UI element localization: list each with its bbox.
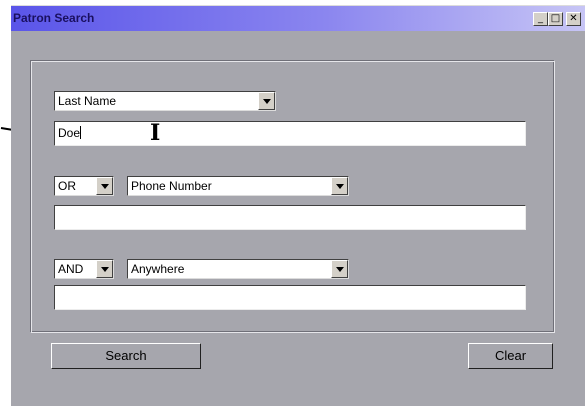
window-title: Patron Search — [13, 11, 95, 25]
search-input-1[interactable]: Doe — [54, 121, 526, 146]
maximize-icon: □ — [550, 13, 561, 24]
field-select-1[interactable]: Last Name — [54, 91, 276, 111]
field-select-3[interactable]: Anywhere — [127, 259, 349, 279]
field-select-2[interactable]: Phone Number — [127, 176, 349, 196]
field-select-1-value: Last Name — [58, 94, 117, 108]
operator-select-3[interactable]: AND — [54, 259, 114, 279]
chevron-down-icon[interactable] — [258, 92, 275, 110]
chevron-down-icon[interactable] — [331, 260, 348, 278]
close-icon: ✕ — [569, 13, 578, 24]
minimize-icon: _ — [538, 13, 543, 24]
chevron-down-icon[interactable] — [331, 177, 348, 195]
search-input-3[interactable] — [54, 285, 526, 310]
operator-select-2[interactable]: OR — [54, 176, 114, 196]
clear-button[interactable]: Clear — [468, 343, 553, 369]
ibeam-cursor-icon: I — [150, 120, 161, 146]
maximize-button[interactable]: □ — [548, 12, 563, 26]
search-input-1-value: Doe — [58, 126, 81, 140]
chevron-down-icon[interactable] — [96, 177, 113, 195]
operator-select-3-value: AND — [58, 262, 84, 276]
close-button[interactable]: ✕ — [566, 12, 581, 26]
field-select-3-value: Anywhere — [131, 262, 185, 276]
text-caret — [80, 126, 82, 139]
operator-select-2-value: OR — [58, 179, 76, 193]
patron-search-window: Patron Search _ □ ✕ Last Name Doe OR Pho… — [11, 5, 585, 406]
field-select-2-value: Phone Number — [131, 179, 212, 193]
search-button[interactable]: Search — [51, 343, 201, 369]
search-input-2[interactable] — [54, 205, 526, 230]
title-bar: Patron Search _ □ ✕ — [11, 6, 585, 31]
minimize-button[interactable]: _ — [533, 12, 548, 26]
chevron-down-icon[interactable] — [96, 260, 113, 278]
